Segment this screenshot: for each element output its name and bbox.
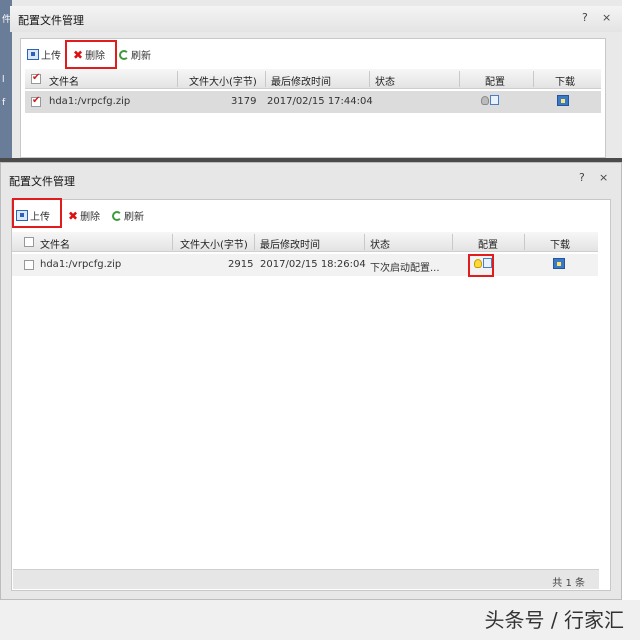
- table-row[interactable]: hda1:/vrpcfg.zip 2915 2017/02/15 18:26:0…: [12, 254, 598, 276]
- file-name: hda1:/vrpcfg.zip: [40, 259, 122, 270]
- refresh-button[interactable]: 刷新: [112, 208, 144, 223]
- file-modified: 2017/02/15 17:44:04: [267, 96, 373, 107]
- column-header-modified[interactable]: 最后修改时间: [271, 73, 331, 88]
- upload-icon: [27, 49, 39, 60]
- highlight-box: [468, 254, 494, 277]
- column-divider: [524, 234, 525, 250]
- column-header-download: 下载: [555, 77, 575, 88]
- highlight-box: [12, 198, 62, 228]
- table-header: 文件名 文件大小(字节) 最后修改时间 状态 配置 下载: [25, 69, 601, 89]
- column-divider: [452, 234, 453, 250]
- column-divider: [364, 234, 365, 250]
- column-header-config: 配置: [478, 240, 498, 251]
- column-header-status[interactable]: 状态: [375, 73, 395, 88]
- close-button[interactable]: ×: [602, 11, 611, 24]
- column-header-modified[interactable]: 最后修改时间: [260, 236, 320, 251]
- highlight-box: [65, 40, 117, 69]
- upload-label: 上传: [41, 51, 61, 62]
- file-size: 3179: [231, 96, 257, 107]
- row-checkbox[interactable]: [31, 95, 41, 107]
- window-title: 配置文件管理: [9, 175, 75, 188]
- column-divider: [369, 71, 370, 87]
- help-button[interactable]: ?: [579, 171, 585, 184]
- file-size: 2915: [228, 259, 254, 270]
- file-name: hda1:/vrpcfg.zip: [49, 96, 131, 107]
- help-button[interactable]: ?: [582, 11, 588, 24]
- delete-icon: ✖: [68, 208, 79, 223]
- file-panel: 上传 ✖ 删除 刷新 文件名 文件大小(字节) 最后修改时间 状态 配置 下载: [20, 38, 606, 158]
- column-header-name[interactable]: 文件名: [49, 73, 79, 88]
- table-row[interactable]: hda1:/vrpcfg.zip 3179 2017/02/15 17:44:0…: [25, 91, 601, 113]
- title-bar: 配置文件管理 ? ×: [10, 6, 622, 32]
- column-divider: [172, 234, 173, 250]
- upload-button[interactable]: 上传: [27, 47, 61, 62]
- column-divider: [265, 71, 266, 87]
- watermark: 头条号 / 行家汇: [484, 608, 624, 632]
- file-status: 下次启动配置...: [370, 263, 440, 274]
- table-footer: 共 1 条: [13, 569, 599, 589]
- column-header-config: 配置: [485, 77, 505, 88]
- record-count: 共 1 条: [552, 578, 585, 589]
- config-actions: [481, 95, 499, 108]
- close-button[interactable]: ×: [599, 171, 608, 184]
- refresh-button[interactable]: 刷新: [119, 47, 151, 62]
- refresh-label: 刷新: [131, 51, 151, 62]
- file-modified: 2017/02/15 18:26:04: [260, 259, 366, 270]
- select-all-checkbox[interactable]: [31, 72, 41, 84]
- download-action: [553, 258, 565, 272]
- column-header-size[interactable]: 文件大小(字节): [180, 236, 248, 251]
- delete-button[interactable]: ✖ 删除: [68, 208, 101, 224]
- download-action: [557, 95, 569, 109]
- edit-config-icon[interactable]: [490, 95, 499, 105]
- column-header-status[interactable]: 状态: [370, 236, 390, 251]
- download-icon[interactable]: [553, 258, 565, 269]
- column-divider: [254, 234, 255, 250]
- column-divider: [533, 71, 534, 87]
- column-header-download: 下载: [550, 240, 570, 251]
- refresh-icon: [119, 49, 129, 60]
- refresh-icon: [112, 210, 122, 221]
- download-icon[interactable]: [557, 95, 569, 106]
- column-header-size[interactable]: 文件大小(字节): [189, 73, 257, 88]
- column-divider: [177, 71, 178, 87]
- select-all-checkbox[interactable]: [24, 237, 34, 247]
- set-startup-config-icon[interactable]: [481, 96, 489, 105]
- refresh-label: 刷新: [124, 212, 144, 223]
- column-header-name[interactable]: 文件名: [40, 236, 70, 251]
- main-config-window: 配置文件管理 ? × 上传 ✖ 删除 刷新 文件名 文件大小(字节) 最后修改时…: [0, 162, 622, 600]
- column-divider: [459, 71, 460, 87]
- file-panel: 上传 ✖ 删除 刷新 文件名 文件大小(字节) 最后修改时间 状态 配置 下载: [11, 198, 611, 591]
- delete-label: 删除: [80, 212, 101, 223]
- background-char: l: [2, 75, 5, 85]
- top-config-window: 件 l f 配置文件管理 ? × 上传 ✖ 删除 刷新 文件名 文件大小(字节)…: [0, 0, 622, 162]
- window-title: 配置文件管理: [18, 14, 84, 27]
- row-checkbox[interactable]: [24, 260, 34, 270]
- background-char: f: [2, 98, 6, 108]
- table-header: 文件名 文件大小(字节) 最后修改时间 状态 配置 下载: [12, 232, 598, 252]
